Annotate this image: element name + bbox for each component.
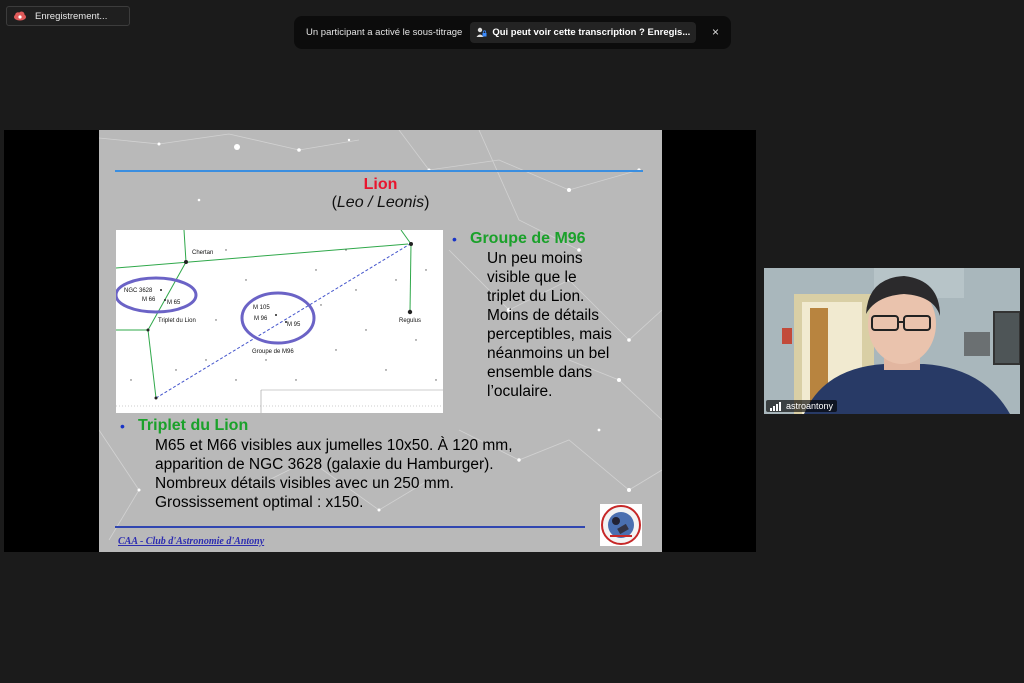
club-logo	[600, 504, 642, 546]
caption-message: Un participant a activé le sous-titrage	[306, 27, 463, 38]
recording-indicator[interactable]: Enregistrement...	[6, 6, 130, 26]
triplet-heading: Triplet du Lion	[138, 417, 249, 434]
groupe-text: Un peu moins visible que le triplet du L…	[487, 250, 612, 400]
chart-label-m95: M 95	[287, 322, 301, 328]
groupe-heading: Groupe de M96	[470, 230, 586, 247]
close-icon[interactable]: ×	[712, 25, 719, 39]
chart-label-m96: M 96	[254, 316, 268, 322]
participant-video[interactable]: astroantony	[764, 268, 1020, 414]
person-lock-icon	[476, 27, 487, 37]
bullet-groupe: •	[452, 231, 457, 247]
chart-label-m105: M 105	[253, 305, 270, 311]
chart-label-regulus: Regulus	[399, 318, 421, 324]
chart-label-m66: M 66	[142, 297, 156, 303]
chart-label-groupe: Groupe de M96	[252, 349, 294, 355]
top-divider	[115, 170, 643, 172]
star-chart: Chertan NGC 3628 M 66 M 65 Triplet du Li…	[116, 230, 443, 413]
chart-label-ngc3628: NGC 3628	[124, 288, 153, 294]
slide-title: Lion	[363, 176, 398, 193]
chart-label-triplet: Triplet du Lion	[158, 318, 196, 324]
caption-notification: Un participant a activé le sous-titrage …	[294, 16, 731, 49]
cloud-record-icon	[13, 11, 27, 21]
participant-name: astroantony	[786, 401, 834, 411]
chart-label-m65: M 65	[167, 300, 181, 306]
chart-label-chertan: Chertan	[192, 250, 213, 256]
recording-label: Enregistrement...	[35, 10, 108, 22]
signal-strength-icon	[770, 401, 782, 411]
transcript-visibility-label: Qui peut voir cette transcription ? Enre…	[492, 27, 691, 38]
participant-name-tag: astroantony	[766, 400, 838, 412]
latin-name: Leo / Leonis	[336, 194, 425, 211]
webcam-feed	[764, 268, 1020, 414]
presentation-slide: Lion (Leo / Leonis) Chertan NGC 3628 M 6…	[99, 130, 662, 552]
transcript-visibility-button[interactable]: Qui peut voir cette transcription ? Enre…	[470, 22, 697, 43]
footer-link[interactable]: CAA - Club d'Astronomie d'Antony	[118, 536, 264, 547]
slide-subtitle: (Leo / Leonis)	[331, 194, 430, 211]
bottom-divider	[115, 526, 585, 528]
bullet-triplet: •	[120, 418, 125, 434]
triplet-text: M65 et M66 visibles aux jumelles 10x50. …	[155, 437, 513, 511]
